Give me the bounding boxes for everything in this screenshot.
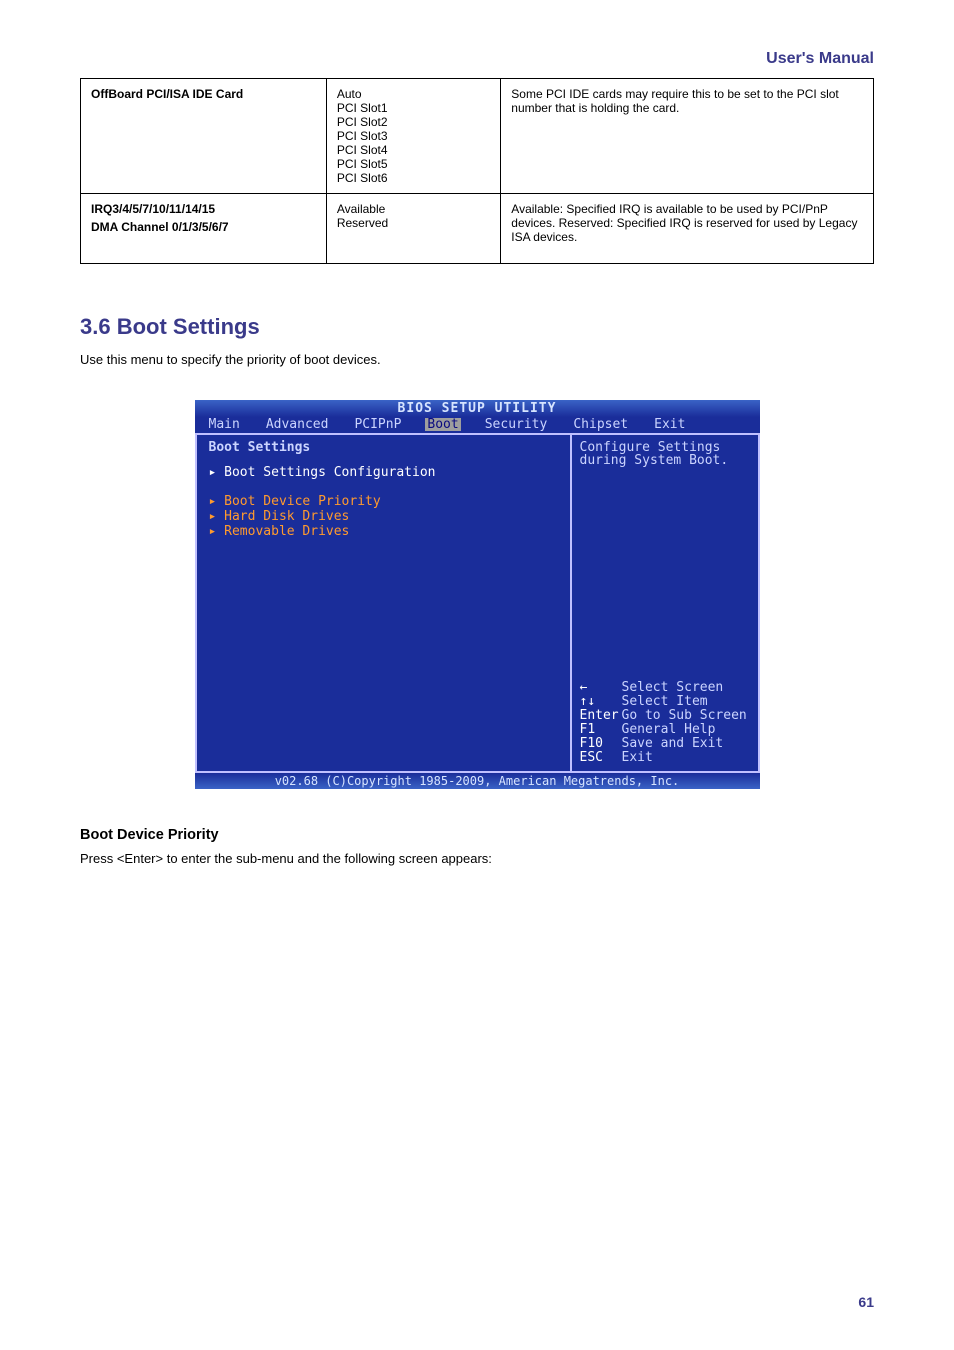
subsection-heading: Boot Device Priority xyxy=(80,827,874,843)
bios-item[interactable]: ▸ Removable Drives xyxy=(209,525,558,538)
bios-screenshot: BIOS SETUP UTILITY Main Advanced PCIPnP Boo… xyxy=(195,400,760,789)
config-table: OffBoard PCI/ISA IDE Card Auto PCI Slot1… xyxy=(80,78,874,264)
help-key: ESC xyxy=(580,751,622,764)
bios-left-panel: Boot Settings ▸ Boot Settings Configurat… xyxy=(195,433,570,773)
bios-title: BIOS SETUP UTILITY xyxy=(195,400,760,417)
cell-options: Auto PCI Slot1 PCI Slot2 PCI Slot3 PCI S… xyxy=(326,79,500,194)
bios-help-keys: ←Select Screen↑↓Select ItemEnterGo to Su… xyxy=(580,680,750,765)
bios-footer: v02.68 (C)Copyright 1985-2009, American … xyxy=(195,773,760,789)
page-number: 61 xyxy=(858,1294,874,1310)
help-key: Enter xyxy=(580,709,622,722)
bios-menu-boot[interactable]: Boot xyxy=(425,418,460,431)
bios-help-line: ←Select Screen xyxy=(580,681,750,694)
doc-manual-title: User's Manual xyxy=(80,50,874,68)
bios-menu-pcipnp[interactable]: PCIPnP xyxy=(352,418,403,431)
help-text: Go to Sub Screen xyxy=(622,708,747,723)
cell-desc: Some PCI IDE cards may require this to b… xyxy=(501,79,874,194)
cell-desc: Available: Specified IRQ is available to… xyxy=(501,194,874,264)
bios-menu-advanced[interactable]: Advanced xyxy=(264,418,331,431)
bios-help-line: ESCExit xyxy=(580,751,750,764)
bios-left-heading: Boot Settings xyxy=(209,441,558,454)
cell-options: Available Reserved xyxy=(326,194,500,264)
page-footer: 61 xyxy=(858,1294,874,1310)
bios-menubar: Main Advanced PCIPnP Boot Security Chipset Exi… xyxy=(195,417,760,433)
help-key: F10 xyxy=(580,737,622,750)
page-header: User's Manual xyxy=(80,50,874,68)
bios-help-line: ↑↓Select Item xyxy=(580,695,750,708)
bios-help-top: Configure Settings during System Boot. xyxy=(580,441,750,467)
bios-menu-exit[interactable]: Exit xyxy=(652,418,687,431)
bios-item[interactable]: ▸ Hard Disk Drives xyxy=(209,510,558,523)
table-row: IRQ3/4/5/7/10/11/14/15 DMA Channel 0/1/3… xyxy=(81,194,874,264)
help-key: ← xyxy=(580,681,622,694)
cell-title: OffBoard PCI/ISA IDE Card xyxy=(91,87,316,101)
help-text: General Help xyxy=(622,722,716,737)
cell-title: IRQ3/4/5/7/10/11/14/15 xyxy=(91,202,316,216)
section-heading: 3.6 Boot Settings xyxy=(80,314,874,340)
help-key: F1 xyxy=(580,723,622,736)
triangle-icon: ▸ xyxy=(209,494,217,509)
bios-help-line: F1General Help xyxy=(580,723,750,736)
help-text: Select Item xyxy=(622,694,708,709)
bios-right-panel: Configure Settings during System Boot. ←… xyxy=(570,433,760,773)
subsection-desc: Press <Enter> to enter the sub-menu and … xyxy=(80,849,874,870)
bios-body: Boot Settings ▸ Boot Settings Configurat… xyxy=(195,433,760,773)
help-key: ↑↓ xyxy=(580,695,622,708)
triangle-icon: ▸ xyxy=(209,524,217,539)
help-text: Select Screen xyxy=(622,680,724,695)
triangle-icon: ▸ xyxy=(209,509,217,524)
bios-help-line: EnterGo to Sub Screen xyxy=(580,709,750,722)
bios-menu-main[interactable]: Main xyxy=(207,418,242,431)
bios-item[interactable]: ▸ Boot Settings Configuration xyxy=(209,466,558,479)
help-text: Save and Exit xyxy=(622,736,724,751)
bios-menu-chipset[interactable]: Chipset xyxy=(571,418,630,431)
section-desc: Use this menu to specify the priority of… xyxy=(80,350,874,370)
cell-body: DMA Channel 0/1/3/5/6/7 xyxy=(91,220,316,234)
bios-item[interactable]: ▸ Boot Device Priority xyxy=(209,495,558,508)
bios-help-line: F10Save and Exit xyxy=(580,737,750,750)
help-text: Exit xyxy=(622,750,653,765)
triangle-icon: ▸ xyxy=(209,465,217,480)
bios-menu-security[interactable]: Security xyxy=(483,418,550,431)
table-row: OffBoard PCI/ISA IDE Card Auto PCI Slot1… xyxy=(81,79,874,194)
